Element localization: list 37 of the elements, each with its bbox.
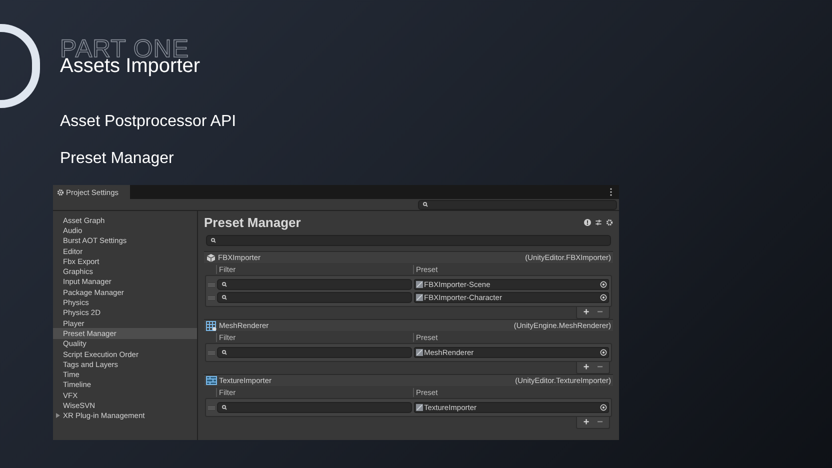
help-icon[interactable] xyxy=(584,218,591,226)
preset-icon xyxy=(416,349,423,356)
slide-heading: Asset Postprocessor API xyxy=(60,112,236,132)
sliders-icon[interactable] xyxy=(595,218,602,226)
add-button[interactable]: + xyxy=(583,418,590,428)
search-field[interactable] xyxy=(206,235,611,246)
preset-icon xyxy=(416,281,423,288)
filter-field[interactable] xyxy=(217,292,412,303)
target-icon[interactable] xyxy=(600,404,607,411)
grid-icon xyxy=(206,320,217,330)
target-icon[interactable] xyxy=(600,349,607,356)
gear-icon xyxy=(57,188,64,196)
box-icon xyxy=(206,252,216,262)
filter-field[interactable] xyxy=(217,347,412,358)
search-icon xyxy=(423,202,428,207)
filter-field[interactable] xyxy=(217,402,412,413)
settings-icon[interactable] xyxy=(606,218,613,226)
search-icon xyxy=(222,405,227,410)
slide-heading: Preset Manager xyxy=(60,149,175,169)
search-icon xyxy=(222,282,227,287)
texture-icon xyxy=(206,376,217,385)
filter-field[interactable] xyxy=(217,279,412,290)
preset-icon xyxy=(416,404,423,411)
search-icon xyxy=(211,238,216,243)
preset-icon xyxy=(416,294,423,301)
expand-arrow-icon[interactable] xyxy=(56,413,60,418)
drag-handle-icon[interactable] xyxy=(208,296,215,300)
search-field[interactable] xyxy=(418,200,617,210)
panel-title: Preset Manager xyxy=(204,214,301,230)
add-button[interactable]: + xyxy=(583,308,590,318)
drag-handle-icon[interactable] xyxy=(208,406,215,410)
more-icon[interactable] xyxy=(609,188,613,196)
drag-handle-icon[interactable] xyxy=(208,350,215,354)
add-button[interactable]: + xyxy=(583,362,590,372)
search-icon xyxy=(222,295,227,300)
drag-handle-icon[interactable] xyxy=(208,282,215,286)
search-icon xyxy=(222,350,227,355)
